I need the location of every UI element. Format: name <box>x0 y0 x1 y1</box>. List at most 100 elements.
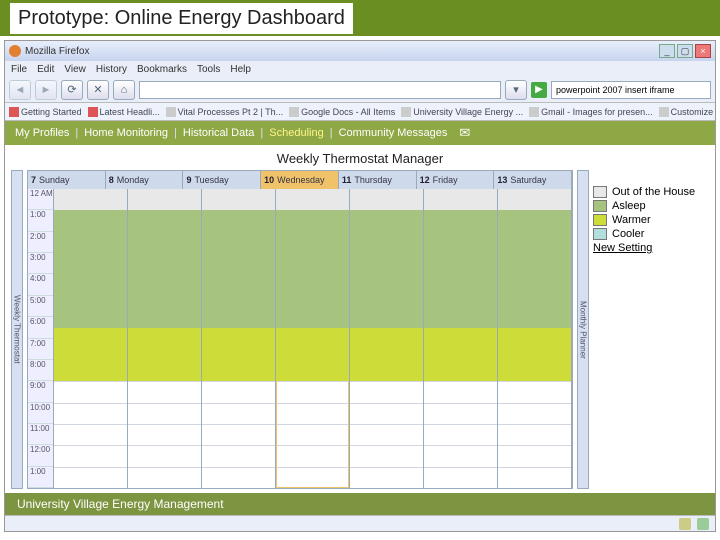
schedule-band[interactable] <box>54 328 127 381</box>
day-header[interactable]: 9Tuesday <box>183 171 261 189</box>
right-side-tab[interactable]: Monthly Planner <box>577 170 589 489</box>
reload-button[interactable]: ⟳ <box>61 80 83 100</box>
footer-text: University Village Energy Management <box>17 497 224 511</box>
menu-tools[interactable]: Tools <box>197 64 220 75</box>
calendar-header: 7Sunday8Monday9Tuesday10Wednesday11Thurs… <box>28 171 572 189</box>
schedule-band[interactable] <box>202 328 275 381</box>
day-header[interactable]: 13Saturday <box>494 171 572 189</box>
legend-swatch <box>593 228 607 240</box>
schedule-band[interactable] <box>276 189 349 210</box>
legend-label: Out of the House <box>612 186 695 198</box>
time-label: 12:00 <box>28 445 53 466</box>
site-nav: My Profiles| Home Monitoring| Historical… <box>5 121 715 145</box>
schedule-band[interactable] <box>424 328 497 381</box>
schedule-band[interactable] <box>276 210 349 327</box>
schedule-band[interactable] <box>128 189 201 210</box>
stop-button[interactable]: ✕ <box>87 80 109 100</box>
bookmarks-bar: Getting Started Latest Headli... Vital P… <box>5 103 715 121</box>
left-side-tab[interactable]: Weekly Thermostat <box>11 170 23 489</box>
menu-view[interactable]: View <box>64 64 86 75</box>
legend-item: Asleep <box>593 200 709 212</box>
time-label: 1:00 <box>28 210 53 231</box>
nav-community-messages[interactable]: Community Messages <box>339 127 448 139</box>
schedule-band[interactable] <box>202 210 275 327</box>
nav-my-profiles[interactable]: My Profiles <box>15 127 69 139</box>
minimize-button[interactable]: _ <box>659 44 675 58</box>
schedule-band[interactable] <box>424 210 497 327</box>
nav-historical-data[interactable]: Historical Data <box>183 127 255 139</box>
day-header[interactable]: 11Thursday <box>339 171 417 189</box>
mail-icon[interactable]: ✉ <box>459 125 470 141</box>
schedule-band[interactable] <box>54 210 127 327</box>
time-label: 7:00 <box>28 339 53 360</box>
schedule-band[interactable] <box>498 210 571 327</box>
menu-history[interactable]: History <box>96 64 127 75</box>
slide-title: Prototype: Online Energy Dashboard <box>10 3 353 34</box>
dropdown-icon[interactable]: ▾ <box>505 80 527 100</box>
day-column[interactable] <box>276 189 350 488</box>
bookmark-vital[interactable]: Vital Processes Pt 2 | Th... <box>166 107 284 117</box>
home-button[interactable]: ⌂ <box>113 80 135 100</box>
schedule-band[interactable] <box>276 328 349 381</box>
day-header[interactable]: 7Sunday <box>28 171 106 189</box>
menu-bookmarks[interactable]: Bookmarks <box>137 64 187 75</box>
go-button[interactable]: ▶ <box>531 82 547 98</box>
bookmark-customize[interactable]: Customize and save a ch... <box>659 107 715 117</box>
time-label: 8:00 <box>28 360 53 381</box>
bookmark-gdocs[interactable]: Google Docs - All Items <box>289 107 395 117</box>
menu-edit[interactable]: Edit <box>37 64 54 75</box>
bookmark-uvem[interactable]: University Village Energy ... <box>401 107 523 117</box>
legend-swatch <box>593 200 607 212</box>
schedule-band[interactable] <box>54 189 127 210</box>
schedule-band[interactable] <box>128 210 201 327</box>
schedule-band[interactable] <box>350 328 423 381</box>
day-column[interactable] <box>54 189 128 488</box>
schedule-band[interactable] <box>498 328 571 381</box>
status-icon-2[interactable] <box>697 518 709 530</box>
legend-label: New Setting <box>593 242 652 254</box>
schedule-band[interactable] <box>202 189 275 210</box>
browser-toolbar: ◄ ► ⟳ ✕ ⌂ ▾ ▶ powerpoint 2007 insert ifr… <box>5 77 715 103</box>
bookmark-getting-started[interactable]: Getting Started <box>9 107 82 117</box>
time-label: 4:00 <box>28 274 53 295</box>
calendar-grid[interactable] <box>54 189 572 488</box>
url-input[interactable] <box>139 81 501 99</box>
legend-item: Out of the House <box>593 186 709 198</box>
day-column[interactable] <box>350 189 424 488</box>
schedule-band[interactable] <box>350 189 423 210</box>
schedule-band[interactable] <box>424 189 497 210</box>
legend-label: Asleep <box>612 200 646 212</box>
firefox-icon <box>9 45 21 57</box>
close-button[interactable]: × <box>695 44 711 58</box>
page-content: Weekly Thermostat Manager Weekly Thermos… <box>5 145 715 493</box>
bookmark-gmail[interactable]: Gmail - Images for presen... <box>529 107 653 117</box>
schedule-band[interactable] <box>350 210 423 327</box>
legend-new-setting-link[interactable]: New Setting <box>593 242 709 254</box>
day-header[interactable]: 10Wednesday <box>261 171 339 189</box>
time-label: 5:00 <box>28 296 53 317</box>
slide-title-bar: Prototype: Online Energy Dashboard <box>0 0 720 36</box>
schedule-band[interactable] <box>128 328 201 381</box>
time-label: 9:00 <box>28 381 53 402</box>
browser-app-title: Mozilla Firefox <box>25 46 89 57</box>
day-column[interactable] <box>498 189 572 488</box>
status-icon-1[interactable] <box>679 518 691 530</box>
day-header[interactable]: 8Monday <box>106 171 184 189</box>
bookmark-latest-headlines[interactable]: Latest Headli... <box>88 107 160 117</box>
menu-file[interactable]: File <box>11 64 27 75</box>
day-column[interactable] <box>202 189 276 488</box>
menu-help[interactable]: Help <box>230 64 251 75</box>
day-header[interactable]: 12Friday <box>417 171 495 189</box>
forward-button[interactable]: ► <box>35 80 57 100</box>
legend-label: Warmer <box>612 214 651 226</box>
schedule-band[interactable] <box>498 189 571 210</box>
back-button[interactable]: ◄ <box>9 80 31 100</box>
maximize-button[interactable]: ▢ <box>677 44 693 58</box>
day-column[interactable] <box>424 189 498 488</box>
day-column[interactable] <box>128 189 202 488</box>
site-footer: University Village Energy Management <box>5 493 715 515</box>
search-input[interactable]: powerpoint 2007 insert iframe <box>551 81 711 99</box>
nav-home-monitoring[interactable]: Home Monitoring <box>84 127 168 139</box>
nav-scheduling[interactable]: Scheduling <box>269 127 323 139</box>
browser-titlebar: Mozilla Firefox _ ▢ × <box>5 41 715 61</box>
